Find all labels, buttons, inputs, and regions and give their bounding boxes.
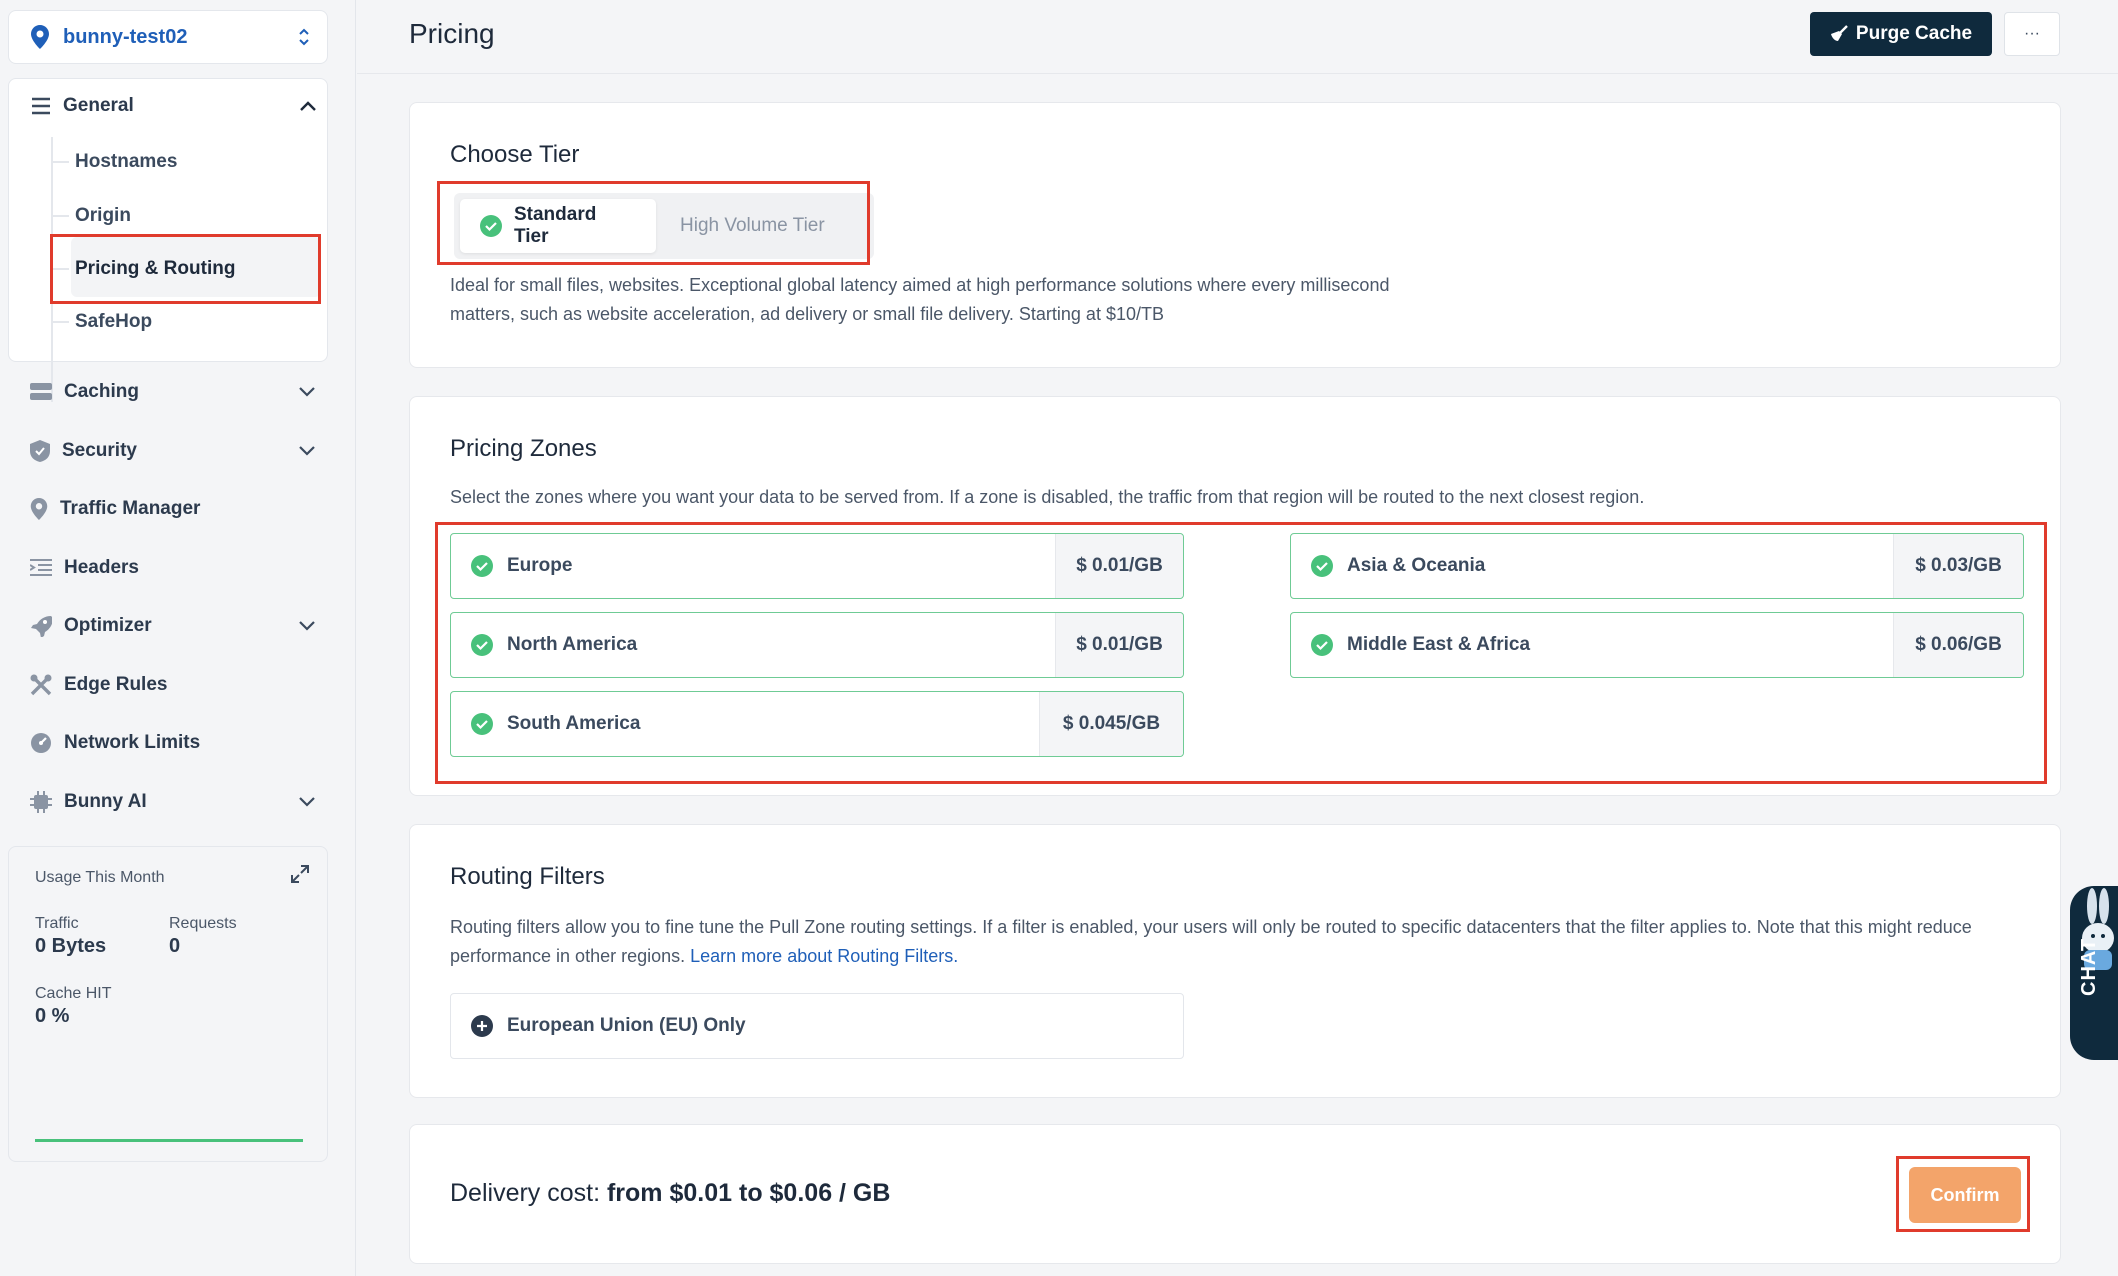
zones-title: Pricing Zones xyxy=(450,435,597,462)
sidebar-item-headers[interactable]: Headers xyxy=(30,548,320,588)
cache-hit-label: Cache HIT xyxy=(35,985,112,1002)
delivery-cost-panel: Delivery cost: from $0.01 to $0.06 / GB … xyxy=(409,1124,2061,1264)
highlight-pricing-routing xyxy=(50,234,321,304)
highlight-confirm xyxy=(1896,1156,2030,1232)
purge-cache-button[interactable]: Purge Cache xyxy=(1810,12,1992,56)
requests-value: 0 xyxy=(169,935,181,957)
delivery-cost: Delivery cost: from $0.01 to $0.06 / GB xyxy=(450,1179,891,1207)
server-icon xyxy=(30,383,52,400)
list-icon xyxy=(30,559,52,576)
broom-icon xyxy=(1830,25,1848,41)
menu-icon xyxy=(32,97,50,115)
plus-circle-icon xyxy=(471,1015,493,1037)
sidebar-item-bunny-ai[interactable]: Bunny AI xyxy=(30,782,320,822)
usage-title: Usage This Month xyxy=(35,869,165,886)
chat-label: CHAT xyxy=(2078,937,2100,996)
chat-widget[interactable]: CHAT xyxy=(2070,886,2118,1060)
zone-name: bunny-test02 xyxy=(63,25,188,48)
gauge-icon xyxy=(31,733,51,753)
sidebar-item-traffic-manager[interactable]: Traffic Manager xyxy=(30,489,320,529)
rocket-icon xyxy=(31,616,52,637)
routing-description: Routing filters allow you to fine tune t… xyxy=(450,917,1972,966)
tier-title: Choose Tier xyxy=(450,141,580,168)
chevron-updown-icon xyxy=(299,28,309,46)
sidebar-item-safehop[interactable]: SafeHop xyxy=(75,311,152,333)
highlight-tier xyxy=(437,181,870,265)
chevron-down-icon xyxy=(299,621,315,631)
routing-filters-panel: Routing Filters Routing filters allow yo… xyxy=(409,824,2061,1098)
usage-sparkline xyxy=(35,1139,303,1142)
shield-icon xyxy=(30,440,50,462)
traffic-value: 0 Bytes xyxy=(35,935,107,957)
sidebar: bunny-test02 General Hostnames Origin Pr… xyxy=(0,0,356,1276)
routing-title: Routing Filters xyxy=(450,863,605,890)
zone-selector[interactable]: bunny-test02 xyxy=(8,10,328,64)
general-header[interactable]: General xyxy=(31,79,321,133)
top-bar: Pricing Purge Cache ··· xyxy=(357,0,2118,74)
chevron-up-icon xyxy=(300,101,316,111)
general-label: General xyxy=(63,95,134,116)
sidebar-item-security[interactable]: Security xyxy=(30,431,320,471)
sidebar-item-hostnames[interactable]: Hostnames xyxy=(75,151,177,173)
requests-label: Requests xyxy=(169,915,237,932)
map-pin-icon xyxy=(31,25,49,49)
map-pin-icon xyxy=(30,498,48,520)
filter-eu-only[interactable]: European Union (EU) Only xyxy=(450,993,1184,1059)
routing-learn-more-link[interactable]: Learn more about Routing Filters. xyxy=(690,946,958,966)
tier-description: Ideal for small files, websites. Excepti… xyxy=(450,275,1390,324)
more-options-button[interactable]: ··· xyxy=(2004,12,2060,56)
chip-icon xyxy=(30,791,52,813)
sidebar-item-edge-rules[interactable]: Edge Rules xyxy=(30,665,320,705)
sidebar-item-network-limits[interactable]: Network Limits xyxy=(30,723,320,763)
sidebar-item-origin[interactable]: Origin xyxy=(75,205,131,227)
general-section: General Hostnames Origin Pricing & Routi… xyxy=(8,78,328,402)
chevron-down-icon xyxy=(299,387,315,397)
traffic-label: Traffic xyxy=(35,915,79,932)
sidebar-item-caching[interactable]: Caching xyxy=(30,372,320,412)
zones-description: Select the zones where you want your dat… xyxy=(450,487,1645,507)
page-title: Pricing xyxy=(409,18,495,49)
delivery-cost-value: from $0.01 to $0.06 / GB xyxy=(606,1179,891,1207)
chevron-down-icon xyxy=(299,446,315,456)
cache-hit-value: 0 % xyxy=(35,1005,70,1027)
expand-icon[interactable] xyxy=(291,865,309,883)
sidebar-item-optimizer[interactable]: Optimizer xyxy=(30,606,320,646)
tools-icon xyxy=(30,674,52,696)
highlight-zones xyxy=(435,522,2047,784)
usage-panel: Usage This Month Traffic 0 Bytes Request… xyxy=(8,846,328,1162)
chevron-down-icon xyxy=(299,797,315,807)
